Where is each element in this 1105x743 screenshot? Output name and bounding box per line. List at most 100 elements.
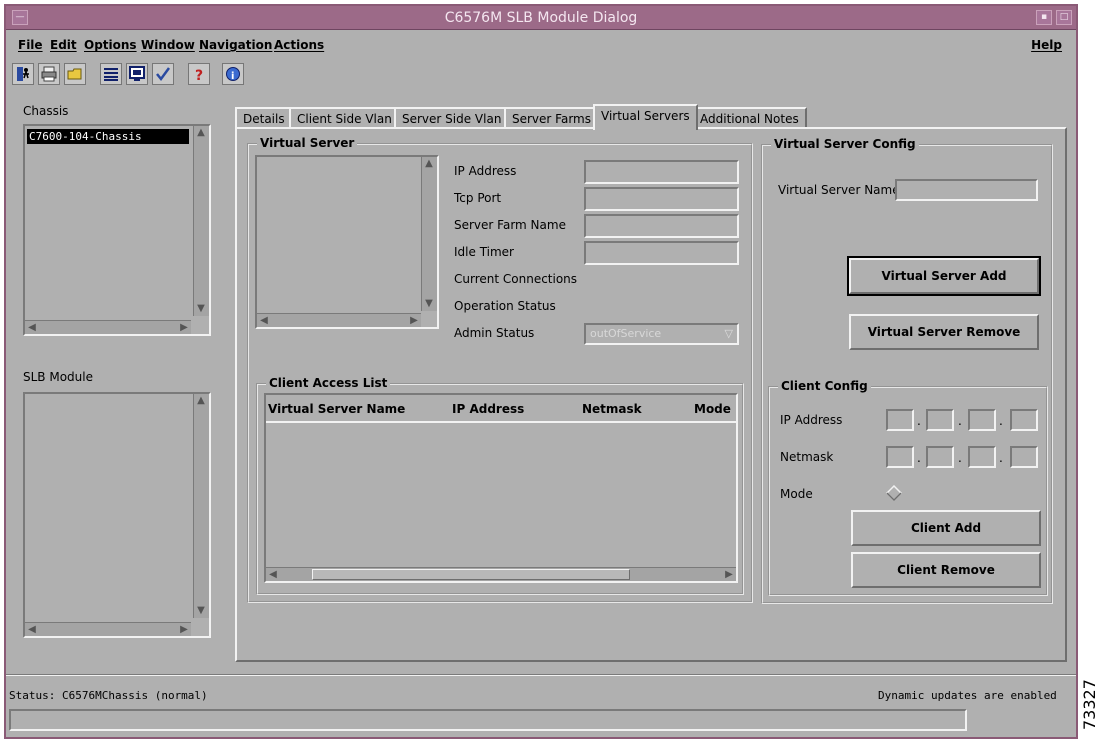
client-netmask-octet-1[interactable]: [886, 446, 914, 468]
virtual-server-config-group: Virtual Server Config Virtual Server Nam…: [761, 137, 1053, 604]
scroll-left-icon[interactable]: ◀: [266, 568, 280, 582]
window-menu-icon[interactable]: —: [12, 10, 28, 25]
scroll-down-icon[interactable]: ▼: [422, 297, 436, 311]
title-bar: — C6576M SLB Module Dialog ▪ □: [6, 6, 1076, 30]
client-ip-octet-4[interactable]: [1010, 409, 1038, 431]
mode-toggle[interactable]: [885, 484, 903, 504]
client-ip-octet-3[interactable]: [968, 409, 996, 431]
client-ip-octet-1[interactable]: [886, 409, 914, 431]
admin-status-value: outOfService: [590, 327, 662, 340]
list-icon[interactable]: [100, 63, 122, 85]
tab-server-farms[interactable]: Server Farms: [504, 107, 599, 129]
client-config-title: Client Config: [778, 379, 871, 393]
scroll-right-icon[interactable]: ▶: [177, 623, 191, 637]
maximize-icon[interactable]: □: [1056, 10, 1072, 25]
slb-vscrollbar[interactable]: ▲ ▼: [193, 394, 209, 618]
scroll-left-icon[interactable]: ◀: [25, 321, 39, 335]
status-text: Status: C6576MChassis (normal): [9, 689, 208, 702]
idle-timer-field[interactable]: [584, 241, 739, 265]
client-netmask-octet-4[interactable]: [1010, 446, 1038, 468]
scroll-thumb[interactable]: [312, 569, 630, 580]
octet-separator: .: [958, 414, 962, 428]
scroll-down-icon[interactable]: ▼: [194, 302, 208, 316]
client-add-button[interactable]: Client Add: [851, 510, 1041, 546]
client-config-group: Client Config IP Address . . . Netmask .…: [768, 379, 1048, 596]
status-message-field: [9, 709, 967, 731]
figure-number: 73327: [1080, 679, 1099, 730]
column-ip-address[interactable]: IP Address: [452, 402, 524, 416]
admin-status-label: Admin Status: [454, 326, 535, 340]
scroll-up-icon[interactable]: ▲: [194, 126, 208, 140]
scroll-right-icon[interactable]: ▶: [722, 568, 736, 582]
client-netmask-octet-3[interactable]: [968, 446, 996, 468]
virtual-server-add-button[interactable]: Virtual Server Add: [847, 256, 1041, 296]
client-ip-address-label: IP Address: [780, 413, 843, 427]
menu-bar: File Edit Options Window Navigation Acti…: [10, 32, 1072, 58]
window-title: C6576M SLB Module Dialog: [444, 10, 638, 26]
monitor-icon[interactable]: [126, 63, 148, 85]
tcp-port-field[interactable]: [584, 187, 739, 211]
virtual-server-list[interactable]: ▲ ▼ ◀ ▶: [255, 155, 439, 329]
column-virtual-server-name[interactable]: Virtual Server Name: [268, 402, 405, 416]
menu-actions[interactable]: Actions: [274, 38, 324, 52]
chassis-hscrollbar[interactable]: ◀ ▶: [25, 320, 191, 334]
exit-icon[interactable]: [12, 63, 34, 85]
server-farm-name-field[interactable]: [584, 214, 739, 238]
scroll-down-icon[interactable]: ▼: [194, 604, 208, 618]
vs-vscrollbar[interactable]: ▲ ▼: [421, 157, 437, 311]
vs-hscrollbar[interactable]: ◀ ▶: [257, 313, 421, 327]
slb-hscrollbar[interactable]: ◀ ▶: [25, 622, 191, 636]
client-remove-button[interactable]: Client Remove: [851, 552, 1041, 588]
menu-edit[interactable]: Edit: [50, 38, 77, 52]
virtual-server-remove-button[interactable]: Virtual Server Remove: [849, 314, 1039, 350]
admin-status-select[interactable]: outOfService ▽: [584, 323, 739, 345]
column-netmask[interactable]: Netmask: [582, 402, 642, 416]
slb-module-list[interactable]: ▲ ▼ ◀ ▶: [23, 392, 211, 638]
operation-status-label: Operation Status: [454, 299, 556, 313]
client-ip-octet-2[interactable]: [926, 409, 954, 431]
client-mode-label: Mode: [780, 487, 813, 501]
client-netmask-octet-2[interactable]: [926, 446, 954, 468]
menu-options[interactable]: Options: [84, 38, 137, 52]
tab-additional-notes[interactable]: Additional Notes: [692, 107, 807, 129]
octet-separator: .: [917, 414, 921, 428]
checkmark-icon[interactable]: [152, 63, 174, 85]
ip-address-field[interactable]: [584, 160, 739, 184]
octet-separator: .: [958, 451, 962, 465]
scroll-up-icon[interactable]: ▲: [422, 157, 436, 171]
menu-navigation[interactable]: Navigation: [199, 38, 272, 52]
chassis-vscrollbar[interactable]: ▲ ▼: [193, 126, 209, 316]
chassis-item[interactable]: C7600-104-Chassis: [27, 129, 189, 144]
client-access-table[interactable]: Virtual Server Name IP Address Netmask M…: [264, 393, 738, 583]
print-icon[interactable]: [38, 63, 60, 85]
svg-text:i: i: [231, 71, 234, 82]
tab-details[interactable]: Details: [235, 107, 293, 129]
virtual-server-name-field[interactable]: [895, 179, 1038, 201]
tab-server-side-vlan[interactable]: Server Side Vlan: [394, 107, 510, 129]
menu-window[interactable]: Window: [141, 38, 195, 52]
scroll-up-icon[interactable]: ▲: [194, 394, 208, 408]
server-farm-name-label: Server Farm Name: [454, 218, 566, 232]
client-access-list-title: Client Access List: [266, 376, 391, 390]
info-icon[interactable]: i: [222, 63, 244, 85]
idle-timer-label: Idle Timer: [454, 245, 514, 259]
scroll-left-icon[interactable]: ◀: [257, 314, 271, 328]
table-hscrollbar[interactable]: ◀ ▶: [266, 567, 736, 581]
menu-file[interactable]: File: [18, 38, 43, 52]
menu-help[interactable]: Help: [1031, 38, 1062, 52]
help-question-icon[interactable]: ?: [188, 63, 210, 85]
octet-separator: .: [999, 451, 1003, 465]
scroll-right-icon[interactable]: ▶: [177, 321, 191, 335]
minimize-icon[interactable]: ▪: [1036, 10, 1052, 25]
chassis-list[interactable]: C7600-104-Chassis ▲ ▼ ◀ ▶: [23, 124, 211, 336]
scroll-right-icon[interactable]: ▶: [407, 314, 421, 328]
current-connections-label: Current Connections: [454, 272, 578, 286]
open-folder-icon[interactable]: [64, 63, 86, 85]
tab-virtual-servers[interactable]: Virtual Servers: [593, 104, 698, 130]
tab-client-side-vlan[interactable]: Client Side Vlan: [289, 107, 400, 129]
dynamic-updates-text: Dynamic updates are enabled: [878, 689, 1057, 702]
dropdown-arrow-icon: ▽: [724, 327, 733, 340]
column-mode[interactable]: Mode: [694, 402, 731, 416]
scroll-left-icon[interactable]: ◀: [25, 623, 39, 637]
tab-panel: Virtual Server ▲ ▼ ◀ ▶ IP Address Tcp Po…: [235, 127, 1067, 662]
